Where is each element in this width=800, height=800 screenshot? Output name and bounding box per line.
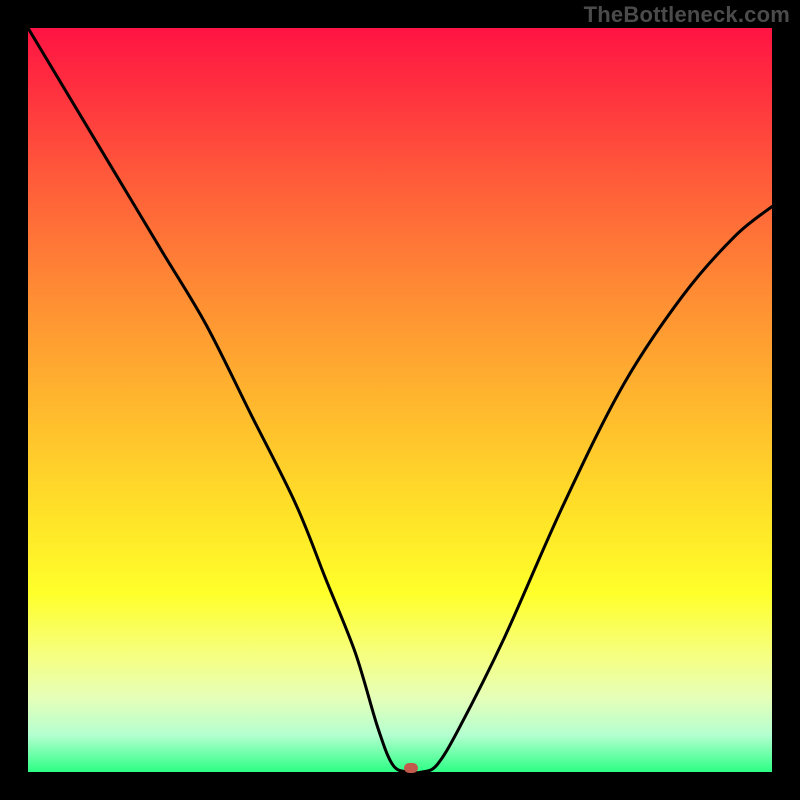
min-marker xyxy=(404,763,418,773)
watermark-text: TheBottleneck.com xyxy=(584,2,790,28)
bottleneck-curve-path xyxy=(28,28,772,773)
chart-frame: TheBottleneck.com xyxy=(0,0,800,800)
curve-svg xyxy=(28,28,772,772)
plot-area xyxy=(28,28,772,772)
